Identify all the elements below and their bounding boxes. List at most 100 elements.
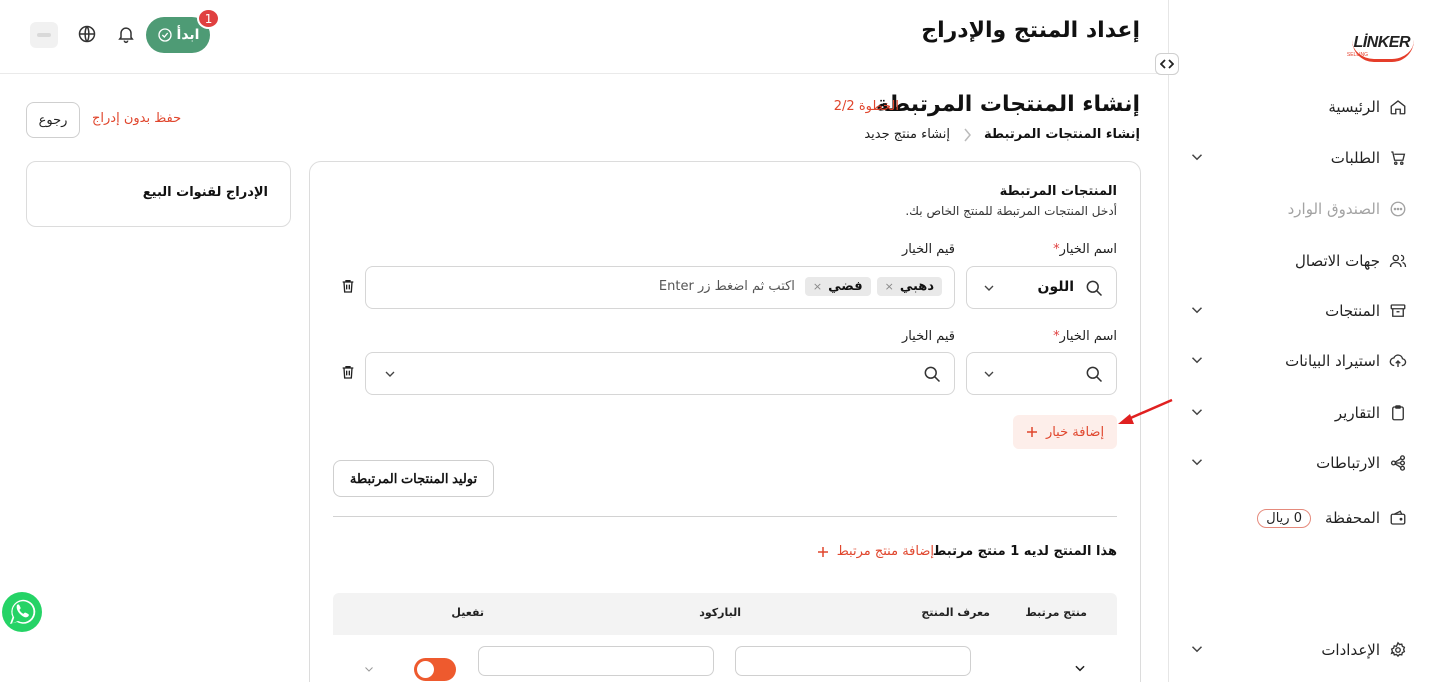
sidebar-item-label: الارتباطات (1316, 454, 1380, 472)
chevron-down-icon[interactable] (1188, 640, 1206, 658)
trash-icon[interactable] (338, 277, 356, 295)
whatsapp-icon[interactable] (0, 590, 44, 634)
option-name-label: اسم الخيار* (1053, 242, 1117, 257)
column-header-linked: منتج مرتبط (1025, 606, 1087, 619)
sidebar-item-label: جهات الاتصال (1294, 252, 1380, 270)
sidebar-item-label: الطلبات (1330, 149, 1380, 167)
option-values-label: قيم الخيار (901, 329, 955, 344)
chip-label: فضي (828, 279, 863, 294)
option-values-select[interactable] (365, 352, 955, 395)
close-icon[interactable]: × (813, 280, 822, 293)
chip-list: دهبي × فضي × اكتب ثم اضغط زر Enter (659, 277, 942, 296)
sidebar-item-products[interactable]: المنتجات (1188, 297, 1408, 325)
sidebar-item-inbox[interactable]: الصندوق الوارد (1188, 195, 1408, 223)
sidebar-item-label: التقارير (1334, 404, 1380, 422)
brand-logo[interactable]: LİNKER SELLING (1346, 22, 1414, 62)
sidebar-item-import[interactable]: استيراد البيانات (1188, 347, 1408, 375)
sidebar-item-label: الإعدادات (1321, 641, 1380, 659)
step-title: إنشاء المنتجات المرتبطة (876, 92, 1140, 117)
sidebar-collapse-button[interactable] (1155, 53, 1179, 75)
barcode-input[interactable] (478, 646, 714, 676)
linked-products-card: المنتجات المرتبطة أدخل المنتجات المرتبطة… (309, 161, 1141, 682)
sidebar-item-orders[interactable]: الطلبات (1188, 144, 1408, 172)
check-circle-icon (157, 27, 173, 43)
plus-icon (1026, 426, 1038, 438)
sidebar-item-contacts[interactable]: جهات الاتصال (1188, 247, 1408, 275)
notification-count-badge: 1 (197, 8, 220, 29)
chip-label: دهبي (899, 279, 934, 294)
search-icon (1084, 364, 1104, 384)
home-icon (1388, 97, 1408, 117)
option-name-select[interactable] (966, 352, 1117, 395)
trash-icon[interactable] (338, 363, 356, 381)
step-indicator: الخطوة 2/2 (833, 99, 899, 114)
section-subtitle: أدخل المنتجات المرتبطة للمنتج الخاص بك. (905, 204, 1117, 218)
cloud-upload-icon (1388, 351, 1408, 371)
chevron-down-icon[interactable] (1188, 453, 1206, 471)
page-title: إعداد المنتج والإدراج (921, 18, 1140, 43)
chevron-down-icon[interactable] (1188, 351, 1206, 369)
option-values-label: قيم الخيار (901, 242, 955, 257)
avatar[interactable] (30, 22, 58, 48)
sidebar-item-wallet[interactable]: المحفظة 0 ريال (1188, 504, 1408, 532)
gear-icon (1388, 640, 1408, 660)
cart-icon (1388, 148, 1408, 168)
sidebar: LİNKER SELLING الرئيسية الطلبات الصندوق … (1168, 0, 1430, 682)
table-header: منتج مرتبط معرف المنتج الباركود تفعيل (333, 593, 1117, 635)
sidebar-item-label: الرئيسية (1328, 98, 1380, 116)
option-name-label: اسم الخيار* (1053, 329, 1117, 344)
sidebar-item-label: الصندوق الوارد (1287, 200, 1380, 218)
active-toggle[interactable] (414, 658, 456, 681)
chevron-down-icon[interactable] (1073, 661, 1087, 675)
sidebar-item-reports[interactable]: التقارير (1188, 399, 1408, 427)
chat-icon (1388, 199, 1408, 219)
chevron-down-icon[interactable] (1188, 403, 1206, 421)
chevron-left-icon (962, 128, 972, 142)
sales-channels-title: الإدراج لقنوات البيع (142, 185, 268, 200)
chevron-down-icon (981, 280, 997, 296)
breadcrumb-parent[interactable]: إنشاء منتج جديد (864, 127, 950, 142)
column-header-active: تفعيل (451, 606, 484, 619)
table-row (333, 635, 1117, 682)
search-icon (922, 364, 942, 384)
sidebar-item-integrations[interactable]: الارتباطات (1188, 449, 1408, 477)
add-linked-product-button[interactable]: إضافة منتج مرتبط (817, 544, 934, 559)
option-values-input[interactable]: دهبي × فضي × اكتب ثم اضغط زر Enter (365, 266, 955, 309)
logo-arc (1352, 40, 1414, 62)
breadcrumb: إنشاء المنتجات المرتبطة إنشاء منتج جديد (864, 127, 1140, 142)
chevron-down-icon[interactable] (1188, 301, 1206, 319)
wallet-icon (1388, 508, 1408, 528)
start-button-label: ابدأ (176, 27, 200, 43)
generate-linked-products-button[interactable]: توليد المنتجات المرتبطة (333, 460, 494, 497)
chevron-down-icon[interactable] (1188, 148, 1206, 166)
annotation-arrow (1118, 398, 1173, 424)
option-chip[interactable]: فضي × (804, 277, 871, 296)
add-option-label: إضافة خيار (1045, 424, 1105, 440)
sku-input[interactable] (735, 646, 971, 676)
sidebar-item-label: المنتجات (1325, 302, 1380, 320)
globe-icon[interactable] (75, 24, 97, 46)
bell-icon[interactable] (114, 24, 136, 46)
sidebar-item-label: استيراد البيانات (1285, 352, 1380, 370)
clipboard-icon (1388, 403, 1408, 423)
column-header-sku: معرف المنتج (921, 606, 990, 619)
add-option-button[interactable]: إضافة خيار (1013, 415, 1117, 449)
sidebar-item-settings[interactable]: الإعدادات (1188, 636, 1408, 664)
chevron-down-icon[interactable] (363, 663, 375, 675)
column-header-barcode: الباركود (699, 606, 741, 619)
close-icon[interactable]: × (885, 280, 894, 293)
section-title: المنتجات المرتبطة (999, 184, 1117, 199)
archive-icon (1388, 301, 1408, 321)
sales-channels-card: الإدراج لقنوات البيع (26, 161, 291, 227)
option-name-select[interactable]: اللون (966, 266, 1117, 309)
breadcrumb-current: إنشاء المنتجات المرتبطة (984, 127, 1140, 142)
wallet-balance-badge: 0 ريال (1257, 508, 1311, 528)
sidebar-item-home[interactable]: الرئيسية (1188, 93, 1408, 121)
linked-products-table: منتج مرتبط معرف المنتج الباركود تفعيل (333, 593, 1117, 682)
back-button[interactable]: رجوع (26, 102, 80, 138)
option-chip[interactable]: دهبي × (876, 277, 942, 296)
save-without-listing-link[interactable]: حفظ بدون إدراج (92, 111, 181, 126)
logo-subtext: SELLING (1346, 52, 1368, 58)
chevron-down-icon (981, 366, 997, 382)
integrations-icon (1388, 453, 1408, 473)
